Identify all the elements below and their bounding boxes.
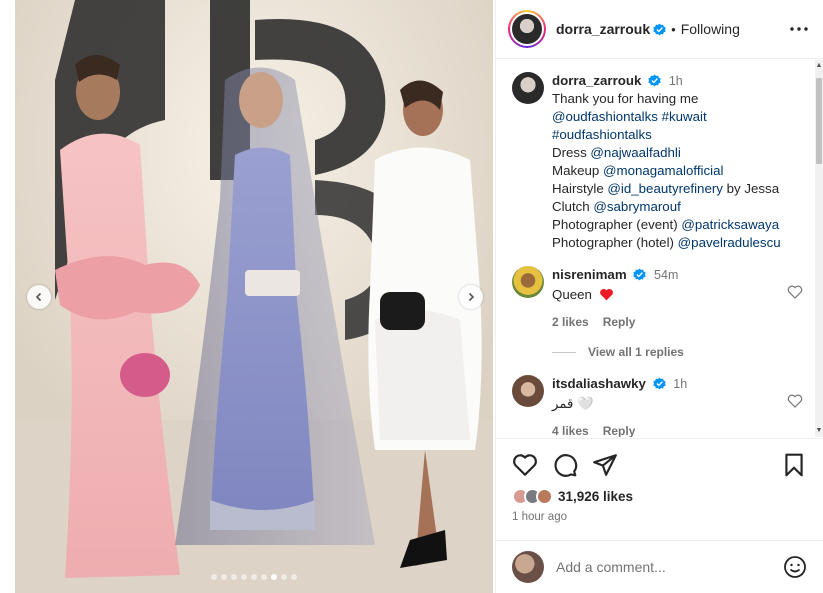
more-options-button[interactable] (787, 17, 811, 41)
verified-badge-icon (653, 23, 666, 35)
carousel-prev-button[interactable] (27, 285, 51, 309)
caption-text-segment: Clutch (552, 199, 594, 214)
chevron-right-icon (468, 292, 475, 302)
post-header: dorra_zarrouk • Following (496, 0, 823, 59)
caption-time: 1h (668, 74, 683, 88)
carousel-dot (221, 574, 227, 580)
emoji-icon[interactable] (783, 555, 807, 579)
author-username[interactable]: dorra_zarrouk (556, 21, 650, 37)
reply-button[interactable]: Reply (603, 424, 636, 437)
carousel-dot (261, 574, 267, 580)
like-comment-heart-icon[interactable] (787, 393, 803, 409)
photo-illustration (15, 0, 493, 593)
carousel-dot (251, 574, 257, 580)
caption-username[interactable]: dorra_zarrouk (552, 73, 641, 88)
chevron-left-icon (35, 292, 42, 302)
comment-time: 1h (673, 377, 688, 391)
verified-badge-icon (633, 268, 647, 281)
instagram-post-modal: dorra_zarrouk • Following dorra_zarrouk … (0, 0, 823, 593)
caption-text-segment: Makeup (552, 163, 603, 178)
caption-author-avatar[interactable] (512, 72, 544, 104)
comments-section[interactable]: dorra_zarrouk 1h Thank you for having me… (496, 60, 823, 437)
caption-line: Makeup @monagamalofficial (552, 162, 781, 180)
post-image[interactable] (15, 0, 493, 593)
comment-likes[interactable]: 4 likes (552, 424, 589, 437)
current-user-avatar (512, 551, 544, 583)
carousel-next-button[interactable] (459, 285, 483, 309)
add-comment-bar: Add a comment... (496, 540, 823, 593)
caption-mention-link[interactable]: @patricksawaya (681, 217, 779, 232)
liker-avatar (536, 488, 553, 505)
comment-time: 54m (654, 268, 679, 282)
view-replies-label: View all 1 replies (588, 345, 684, 359)
caption-text-segment: Hairstyle (552, 181, 608, 196)
carousel-dot (241, 574, 247, 580)
comment-username[interactable]: nisrenimam (552, 267, 627, 282)
caption-mention-link[interactable]: @monagamalofficial (603, 163, 723, 178)
like-comment-heart-icon[interactable] (787, 284, 803, 300)
caption-hashtag-link[interactable]: #oudfashiontalks (552, 126, 781, 144)
save-bookmark-icon[interactable] (781, 452, 807, 478)
verified-badge-icon (648, 74, 661, 87)
caption-text-segment: Photographer (event) (552, 217, 682, 232)
verified-badge-icon (652, 377, 666, 390)
scroll-down-arrow-icon[interactable]: ▼ (815, 427, 823, 435)
caption-text-segment: Dress (552, 145, 591, 160)
caption-line: Clutch @sabrymarouf (552, 198, 781, 216)
post-actions: 31,926 likes 1 hour ago (496, 438, 823, 523)
commenter-avatar[interactable] (512, 266, 544, 298)
commenter-avatar[interactable] (512, 375, 544, 407)
carousel-dot (211, 574, 217, 580)
post-timestamp[interactable]: 1 hour ago (512, 511, 807, 523)
add-comment-input[interactable]: Add a comment... (556, 559, 783, 575)
comments-scrollbar[interactable]: ▲ ▼ (815, 60, 823, 437)
like-heart-icon[interactable] (512, 452, 538, 478)
separator-dot: • (671, 21, 676, 37)
caption-mention-link[interactable]: @sabrymarouf (593, 199, 680, 214)
caption-line: Photographer (hotel) @pavelradulescu (552, 234, 781, 252)
carousel-indicator (15, 574, 493, 580)
carousel-dot (231, 574, 237, 580)
red-heart-icon (599, 289, 613, 301)
caption-text-segment: by Jessa (722, 181, 780, 196)
caption-mention-link[interactable]: @najwaalfadhli (590, 145, 680, 160)
post-side-panel: dorra_zarrouk • Following dorra_zarrouk … (495, 0, 823, 593)
likes-summary[interactable]: 31,926 likes (512, 488, 807, 505)
comment-item: itsdaliashawky 1h قمر 🤍 4 likes Reply (512, 375, 807, 437)
caption-text-segment: Photographer (hotel) (552, 235, 678, 250)
comment-text: قمر 🤍 (552, 396, 594, 411)
comment-bubble-icon[interactable] (552, 452, 578, 478)
carousel-dot (271, 574, 277, 580)
caption-mention-link[interactable]: @pavelradulescu (678, 235, 781, 250)
reply-button[interactable]: Reply (603, 315, 636, 329)
scroll-up-arrow-icon[interactable]: ▲ (815, 62, 823, 70)
comment-likes[interactable]: 2 likes (552, 315, 589, 329)
likes-count[interactable]: 31,926 likes (558, 489, 633, 504)
caption-mention-link[interactable]: @id_beautyrefinery (607, 181, 723, 196)
caption-hashtag-link[interactable]: @oudfashiontalks #kuwait (552, 108, 781, 126)
reply-line (552, 351, 576, 353)
share-paper-plane-icon[interactable] (592, 452, 618, 478)
scrollbar-thumb[interactable] (816, 78, 822, 164)
comment-username[interactable]: itsdaliashawky (552, 376, 646, 391)
carousel-dot (291, 574, 297, 580)
caption-line: Dress @najwaalfadhli (552, 144, 781, 162)
carousel-dot (281, 574, 287, 580)
author-avatar[interactable] (508, 10, 546, 48)
post-caption: dorra_zarrouk 1h Thank you for having me… (512, 72, 807, 252)
caption-line: Hairstyle @id_beautyrefinery by Jessa (552, 180, 781, 198)
ellipsis-icon (790, 27, 808, 31)
comment-text: Queen (552, 287, 592, 302)
comment-item: nisrenimam 54m Queen 2 likes Reply (512, 266, 807, 331)
caption-line: Thank you for having me (552, 91, 699, 106)
caption-line: Photographer (event) @patricksawaya (552, 216, 781, 234)
following-button[interactable]: Following (681, 21, 740, 37)
caption-text: Thank you for having me @oudfashiontalks … (552, 90, 781, 252)
view-replies-button[interactable]: View all 1 replies (552, 345, 807, 359)
